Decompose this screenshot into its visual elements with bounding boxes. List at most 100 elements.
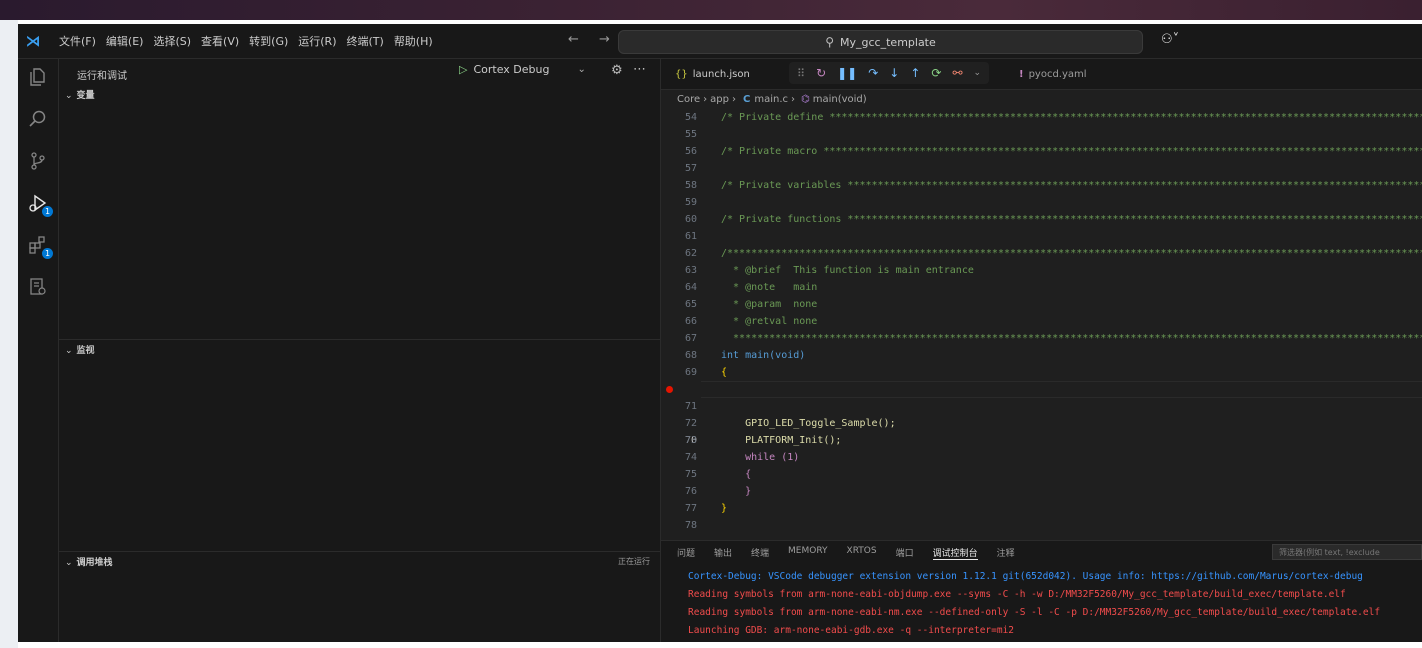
title-bar: ⋊ 文件(F) 编辑(E) 选择(S) 查看(V) 转到(G) 运行(R) 终端…: [18, 24, 1422, 59]
remote-explorer-icon[interactable]: [26, 275, 50, 299]
menu-bar: 文件(F) 编辑(E) 选择(S) 查看(V) 转到(G) 运行(R) 终端(T…: [54, 24, 438, 58]
menu-help[interactable]: 帮助(H): [389, 33, 438, 49]
drag-handle-icon[interactable]: ⠿: [797, 67, 805, 80]
vscode-logo-icon: ⋊: [25, 32, 41, 50]
background-window-edge: [0, 20, 18, 648]
breadcrumb-app[interactable]: app: [710, 94, 729, 105]
chevron-down-icon: ⌄: [65, 91, 73, 101]
restart-icon[interactable]: ⟳: [931, 66, 941, 80]
console-filter-input[interactable]: 筛选器(例如 text, !exclude: [1272, 544, 1422, 560]
call-stack-header[interactable]: ⌄ 调用堆栈: [65, 555, 113, 568]
code-line: 59: [684, 197, 697, 208]
tab-debug-console[interactable]: 调试控制台: [932, 546, 978, 560]
console-line: Reading symbols from arm-none-eabi-nm.ex…: [688, 607, 1381, 618]
tab-terminal[interactable]: 终端: [751, 546, 769, 560]
tab-ports[interactable]: 端口: [896, 546, 914, 560]
breadcrumb-symbol[interactable]: main(void): [813, 94, 867, 105]
source-control-icon[interactable]: [26, 149, 50, 173]
chevron-down-icon: ⌄: [65, 558, 73, 568]
code-line: 63 * @brief This function is main entran…: [684, 265, 974, 276]
code-line: 62/*************************************…: [684, 248, 1422, 259]
extensions-icon[interactable]: 1: [26, 233, 53, 259]
breadcrumb-separator: ›: [731, 93, 736, 105]
code-line: 64 * @note main: [684, 282, 818, 293]
menu-terminal[interactable]: 终端(T): [342, 33, 389, 49]
extensions-badge: 1: [42, 248, 53, 259]
chevron-down-icon[interactable]: ⌄: [974, 68, 982, 78]
debug-config-select[interactable]: ▷ Cortex Debug ⌄: [459, 63, 586, 76]
code-line: 54/* Private define ********************…: [684, 112, 1422, 123]
variables-header[interactable]: ⌄ 变量: [65, 88, 95, 101]
call-stack-status: 正在运行: [618, 557, 650, 566]
code-line: 72 GPIO_LED_Toggle_Sample();: [684, 418, 896, 429]
explorer-icon[interactable]: [26, 65, 50, 89]
tab-launch-json[interactable]: {} launch.json: [675, 59, 750, 89]
chevron-down-icon[interactable]: ⌄: [577, 64, 585, 75]
more-actions-icon[interactable]: ⋯: [633, 62, 646, 77]
tab-output[interactable]: 输出: [714, 546, 732, 560]
menu-go[interactable]: 转到(G): [244, 33, 293, 49]
gear-icon[interactable]: ⚙: [611, 63, 623, 78]
code-line: 69{: [684, 367, 728, 378]
breadcrumb-core[interactable]: Core: [677, 94, 700, 105]
reset-icon[interactable]: ↻: [816, 66, 826, 80]
breakpoint-icon[interactable]: [666, 386, 673, 393]
menu-run[interactable]: 运行(R): [293, 33, 341, 49]
search-icon: ⚲: [825, 35, 835, 49]
variables-section: ⌄ 变量: [59, 85, 660, 335]
nav-arrows[interactable]: ← →: [568, 32, 618, 47]
editor-tab-bar: {} launch.json ⠿ ↻ ❚❚ ↷ ↓ ↑ ⟳ ⚯ ⌄ ! pyoc…: [661, 59, 1422, 90]
step-into-icon[interactable]: ↓: [889, 66, 899, 80]
code-line: 78: [684, 520, 697, 531]
tab-label: pyocd.yaml: [1028, 68, 1087, 80]
console-line: Reading symbols from arm-none-eabi-objdu…: [688, 589, 1346, 600]
debug-config-name: Cortex Debug: [473, 63, 550, 76]
menu-view[interactable]: 查看(V): [196, 33, 244, 49]
code-editor[interactable]: 54/* Private define ********************…: [661, 109, 1422, 539]
breadcrumb-separator: ›: [703, 93, 708, 105]
console-line: Cortex-Debug: VSCode debugger extension …: [688, 571, 1363, 582]
search-view-icon[interactable]: [26, 107, 50, 131]
menu-edit[interactable]: 编辑(E): [101, 33, 149, 49]
step-out-icon[interactable]: ↑: [910, 66, 920, 80]
disconnect-icon[interactable]: ⚯: [952, 66, 962, 80]
code-line: 71: [684, 401, 697, 412]
console-line: Launching GDB: arm-none-eabi-gdb.exe -q …: [688, 625, 1015, 636]
code-line: 74 while (1): [684, 452, 800, 463]
breadcrumb-file[interactable]: main.c: [754, 94, 788, 105]
code-line: 65 * @param none: [684, 299, 818, 310]
current-line-highlight: [701, 381, 1422, 398]
tab-label: launch.json: [692, 68, 750, 80]
copilot-icon[interactable]: ⚇˅: [1161, 32, 1179, 47]
menu-selection[interactable]: 选择(S): [148, 33, 196, 49]
code-line: 61: [684, 231, 697, 242]
code-line: 75 {: [684, 469, 752, 480]
step-over-icon[interactable]: ↷: [868, 66, 878, 80]
run-debug-sidebar: 运行和调试 ▷ Cortex Debug ⌄ ⚙ ⋯ ⌄ 变量 ⌄ 监视 ⌄ 调用堆栈…: [59, 59, 661, 642]
start-debugging-icon[interactable]: ▷: [459, 63, 467, 76]
tab-comments[interactable]: 注释: [997, 546, 1015, 560]
menu-file[interactable]: 文件(F): [54, 33, 101, 49]
command-center-search[interactable]: ⚲ My_gcc_template: [618, 30, 1143, 54]
code-line: 73: [684, 435, 697, 446]
code-line: 77}: [684, 503, 728, 514]
debug-toolbar: ⠿ ↻ ❚❚ ↷ ↓ ↑ ⟳ ⚯ ⌄: [789, 62, 990, 84]
pause-icon[interactable]: ❚❚: [837, 66, 857, 80]
run-debug-badge: 1: [42, 206, 53, 217]
code-line: 67 *************************************…: [684, 333, 1422, 344]
run-debug-icon[interactable]: 1: [26, 191, 53, 217]
code-line: 60/* Private functions *****************…: [684, 214, 1422, 225]
desktop-top-strip: [0, 0, 1422, 20]
code-line: 56/* Private macro *********************…: [684, 146, 1422, 157]
code-line: 68 int main(void): [684, 350, 806, 361]
json-file-icon: {}: [675, 68, 688, 80]
code-line-current: 70 PLATFORM_Init();: [661, 381, 1422, 446]
search-text: My_gcc_template: [840, 35, 936, 49]
tab-problems[interactable]: 问题: [677, 546, 695, 560]
watch-header[interactable]: ⌄ 监视: [65, 343, 95, 356]
tab-xrtos[interactable]: XRTOS: [847, 546, 877, 560]
tab-pyocd-yaml[interactable]: ! pyocd.yaml: [1019, 59, 1087, 89]
watch-section: ⌄ 监视: [59, 339, 660, 550]
tab-memory[interactable]: MEMORY: [788, 546, 827, 560]
code-line: 57: [684, 163, 697, 174]
